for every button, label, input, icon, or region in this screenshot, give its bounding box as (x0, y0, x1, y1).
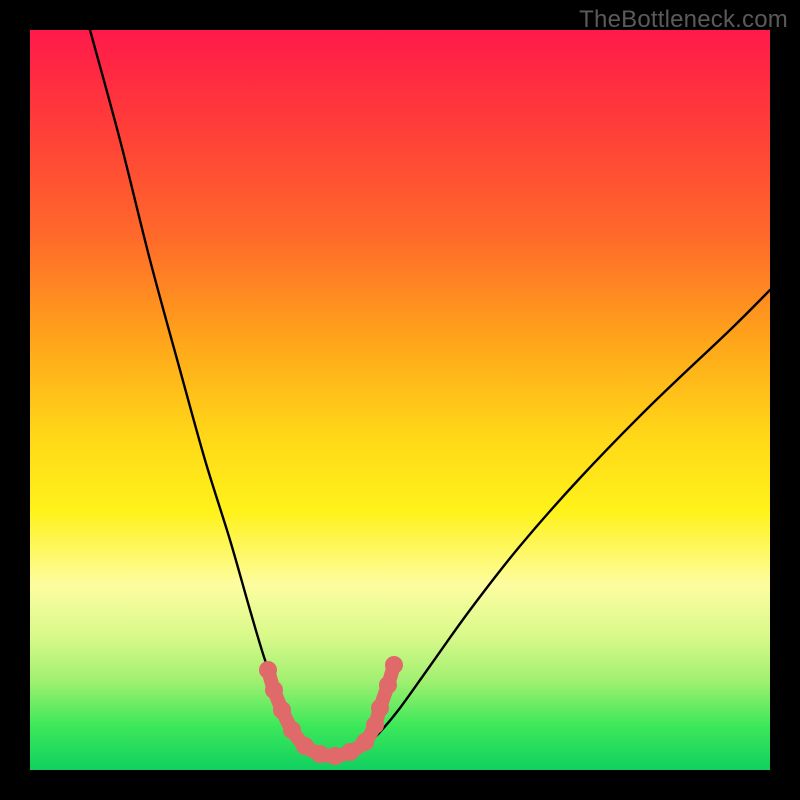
curve-svg (30, 30, 770, 770)
marker-dot (371, 699, 389, 717)
marker-dot (283, 721, 301, 739)
marker-dot (379, 676, 397, 694)
chart-frame: TheBottleneck.com (0, 0, 800, 800)
plot-area (30, 30, 770, 770)
marker-dot (341, 743, 359, 761)
bottleneck-curve (90, 30, 770, 756)
marker-dots (259, 656, 403, 765)
marker-dot (385, 656, 403, 674)
marker-dot (273, 701, 291, 719)
marker-dot (265, 681, 283, 699)
marker-dot (366, 716, 384, 734)
marker-dot (356, 733, 374, 751)
marker-dot (259, 661, 277, 679)
